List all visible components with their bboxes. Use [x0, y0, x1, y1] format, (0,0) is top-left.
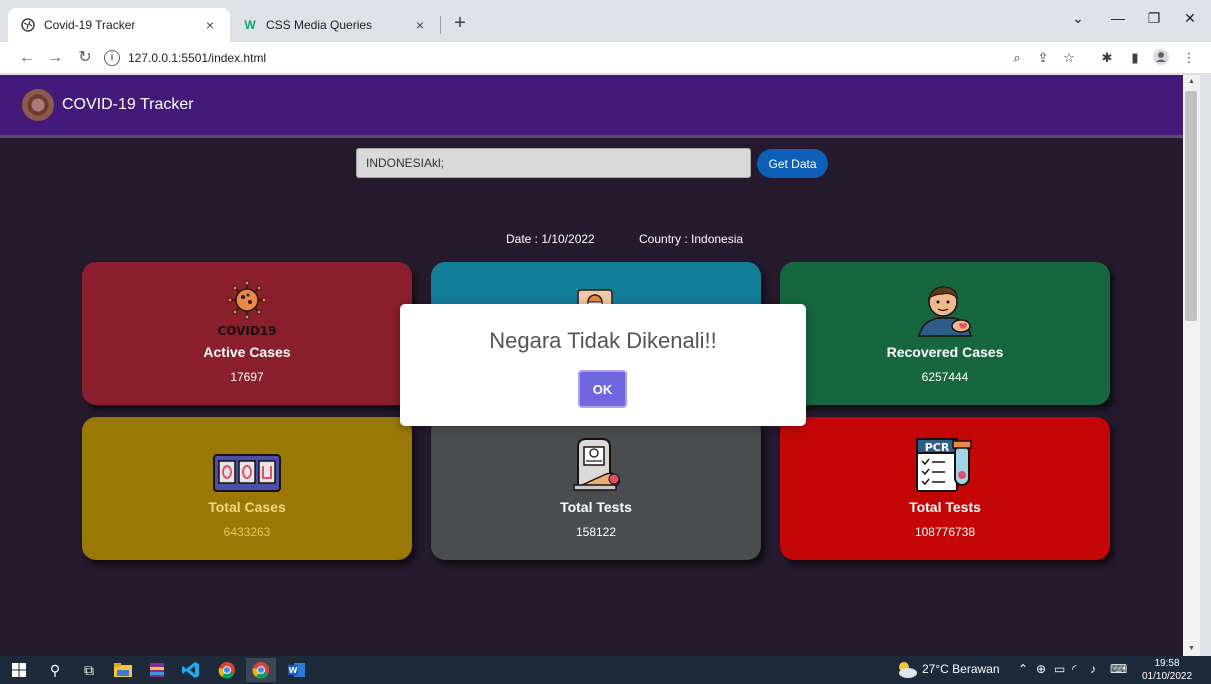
- date-label: Date : 1/10/2022: [506, 232, 595, 246]
- total-tests-card: Total Tests 158122: [431, 417, 761, 560]
- chrome-icon[interactable]: [212, 658, 242, 682]
- test-report-icon: [431, 417, 761, 497]
- card-title: Active Cases: [203, 344, 291, 360]
- tab-title: Covid-19 Tracker: [44, 18, 136, 32]
- address-bar[interactable]: i 127.0.0.1:5501/index.html: [104, 46, 994, 70]
- page-scrollbar[interactable]: ▲ ▼: [1183, 75, 1200, 656]
- covid19-icon-text: COVID19: [217, 324, 276, 338]
- pcr-icon-text: PCR: [925, 441, 950, 454]
- browser-tab-strip: Covid-19 Tracker × W CSS Media Queries ×…: [0, 0, 1211, 42]
- os-taskbar: ⚲ ⧉ W 27°C Berawan ⌃ ⊕ ▭ ◜ ♪ ⌨ 19:58 01/…: [0, 656, 1211, 684]
- url-text: 127.0.0.1:5501/index.html: [128, 51, 267, 65]
- w3schools-icon: W: [244, 18, 256, 32]
- info-icon[interactable]: i: [104, 50, 120, 66]
- clock-date: 01/10/2022: [1142, 671, 1193, 682]
- file-explorer-icon[interactable]: [108, 658, 138, 682]
- browser-toolbar: ← → ↻ i 127.0.0.1:5501/index.html ⌕ ⇪ ☆ …: [0, 42, 1211, 74]
- clock-time: 19:58: [1154, 658, 1180, 669]
- active-cases-card: COVID19 Active Cases 17697: [82, 262, 412, 405]
- extensions-puzzle-icon[interactable]: ✱: [1098, 49, 1116, 67]
- ok-button[interactable]: OK: [578, 370, 627, 408]
- weather-text[interactable]: 27°C Berawan: [922, 662, 1000, 676]
- windows-start-icon[interactable]: [4, 658, 34, 682]
- tab-separator: [440, 16, 441, 34]
- bookmark-star-icon[interactable]: ☆: [1060, 49, 1078, 67]
- tab-close-icon[interactable]: ×: [412, 17, 428, 33]
- tab-close-icon[interactable]: ×: [202, 17, 218, 33]
- country-label: Country : Indonesia: [639, 232, 744, 246]
- recovered-person-icon: [780, 262, 1110, 342]
- tab-css-media-queries[interactable]: W CSS Media Queries ×: [230, 8, 440, 42]
- weather-icon[interactable]: [894, 659, 918, 682]
- card-value: 108776738: [914, 525, 976, 539]
- counter-device-icon: [82, 417, 412, 497]
- zoom-icon[interactable]: ⌕: [1008, 49, 1026, 67]
- close-window-icon[interactable]: ✕: [1172, 10, 1208, 34]
- word-icon[interactable]: W: [282, 658, 312, 682]
- search-icon[interactable]: ⚲: [40, 658, 70, 682]
- app-brand[interactable]: COVID-19 Tracker: [62, 96, 194, 114]
- app-navbar: COVID-19 Tracker: [0, 75, 1183, 135]
- page-viewport: COVID-19 Tracker Get Data Date : 1/10/20…: [0, 75, 1183, 656]
- network-wifi-icon[interactable]: ◜: [1072, 662, 1077, 676]
- card-value: 6433263: [223, 525, 271, 539]
- tab-search-chevron-icon[interactable]: ⌄: [1060, 10, 1096, 34]
- battery-icon[interactable]: ▭: [1054, 662, 1065, 676]
- side-panel-icon[interactable]: ▮: [1126, 49, 1144, 67]
- total-cases-card: Total Cases 6433263: [82, 417, 412, 560]
- tray-app-icon[interactable]: ⊕: [1036, 662, 1046, 676]
- country-search-input[interactable]: [356, 148, 751, 178]
- tab-title: CSS Media Queries: [266, 18, 373, 32]
- volume-icon[interactable]: ♪: [1090, 662, 1096, 676]
- restore-icon[interactable]: ❐: [1136, 10, 1172, 34]
- taskbar-clock[interactable]: 19:58 01/10/2022: [1142, 657, 1192, 683]
- covid19-icon: COVID19: [82, 262, 412, 342]
- card-value: 17697: [230, 370, 264, 384]
- card-title: Recovered Cases: [886, 344, 1004, 360]
- card-title: Total Tests: [909, 499, 981, 515]
- dialog-message: Negara Tidak Dikenali!!: [489, 328, 717, 353]
- pcr-tests-card: PCR Total Tests 108776738: [780, 417, 1110, 560]
- pcr-test-icon: PCR: [780, 417, 1110, 497]
- card-value: 6257444: [921, 370, 969, 384]
- share-icon[interactable]: ⇪: [1034, 49, 1052, 67]
- virus-logo-icon: [22, 89, 54, 121]
- profile-avatar-icon[interactable]: [1152, 49, 1170, 67]
- vscode-icon[interactable]: [176, 658, 206, 682]
- recovered-cases-card: Recovered Cases 6257444: [780, 262, 1110, 405]
- tray-chevron-icon[interactable]: ⌃: [1018, 662, 1028, 676]
- task-view-icon[interactable]: ⧉: [74, 658, 104, 682]
- globe-icon: [20, 17, 36, 33]
- card-title: Total Cases: [208, 499, 286, 515]
- minimize-icon[interactable]: —: [1100, 10, 1136, 34]
- keyboard-icon[interactable]: ⌨: [1110, 662, 1127, 676]
- card-title: Total Tests: [560, 499, 632, 515]
- tab-covid-tracker[interactable]: Covid-19 Tracker ×: [8, 8, 230, 42]
- scroll-thumb[interactable]: [1185, 91, 1197, 321]
- scroll-down-arrow-icon[interactable]: ▼: [1183, 642, 1200, 656]
- card-value: 158122: [575, 525, 617, 539]
- get-data-button[interactable]: Get Data: [757, 149, 828, 178]
- new-tab-button[interactable]: +: [448, 12, 472, 36]
- scroll-up-arrow-icon[interactable]: ▲: [1183, 75, 1200, 89]
- forward-arrow-icon[interactable]: →: [44, 47, 66, 69]
- alert-dialog: Negara Tidak Dikenali!! OK: [400, 304, 806, 426]
- back-arrow-icon[interactable]: ←: [16, 47, 38, 69]
- reload-icon[interactable]: ↻: [74, 47, 96, 69]
- svg-text:W: W: [289, 666, 298, 675]
- winrar-icon[interactable]: [142, 658, 172, 682]
- navbar-divider: [0, 135, 1183, 138]
- menu-kebab-icon[interactable]: ⋮: [1180, 49, 1198, 67]
- chrome-active-icon[interactable]: [246, 658, 276, 682]
